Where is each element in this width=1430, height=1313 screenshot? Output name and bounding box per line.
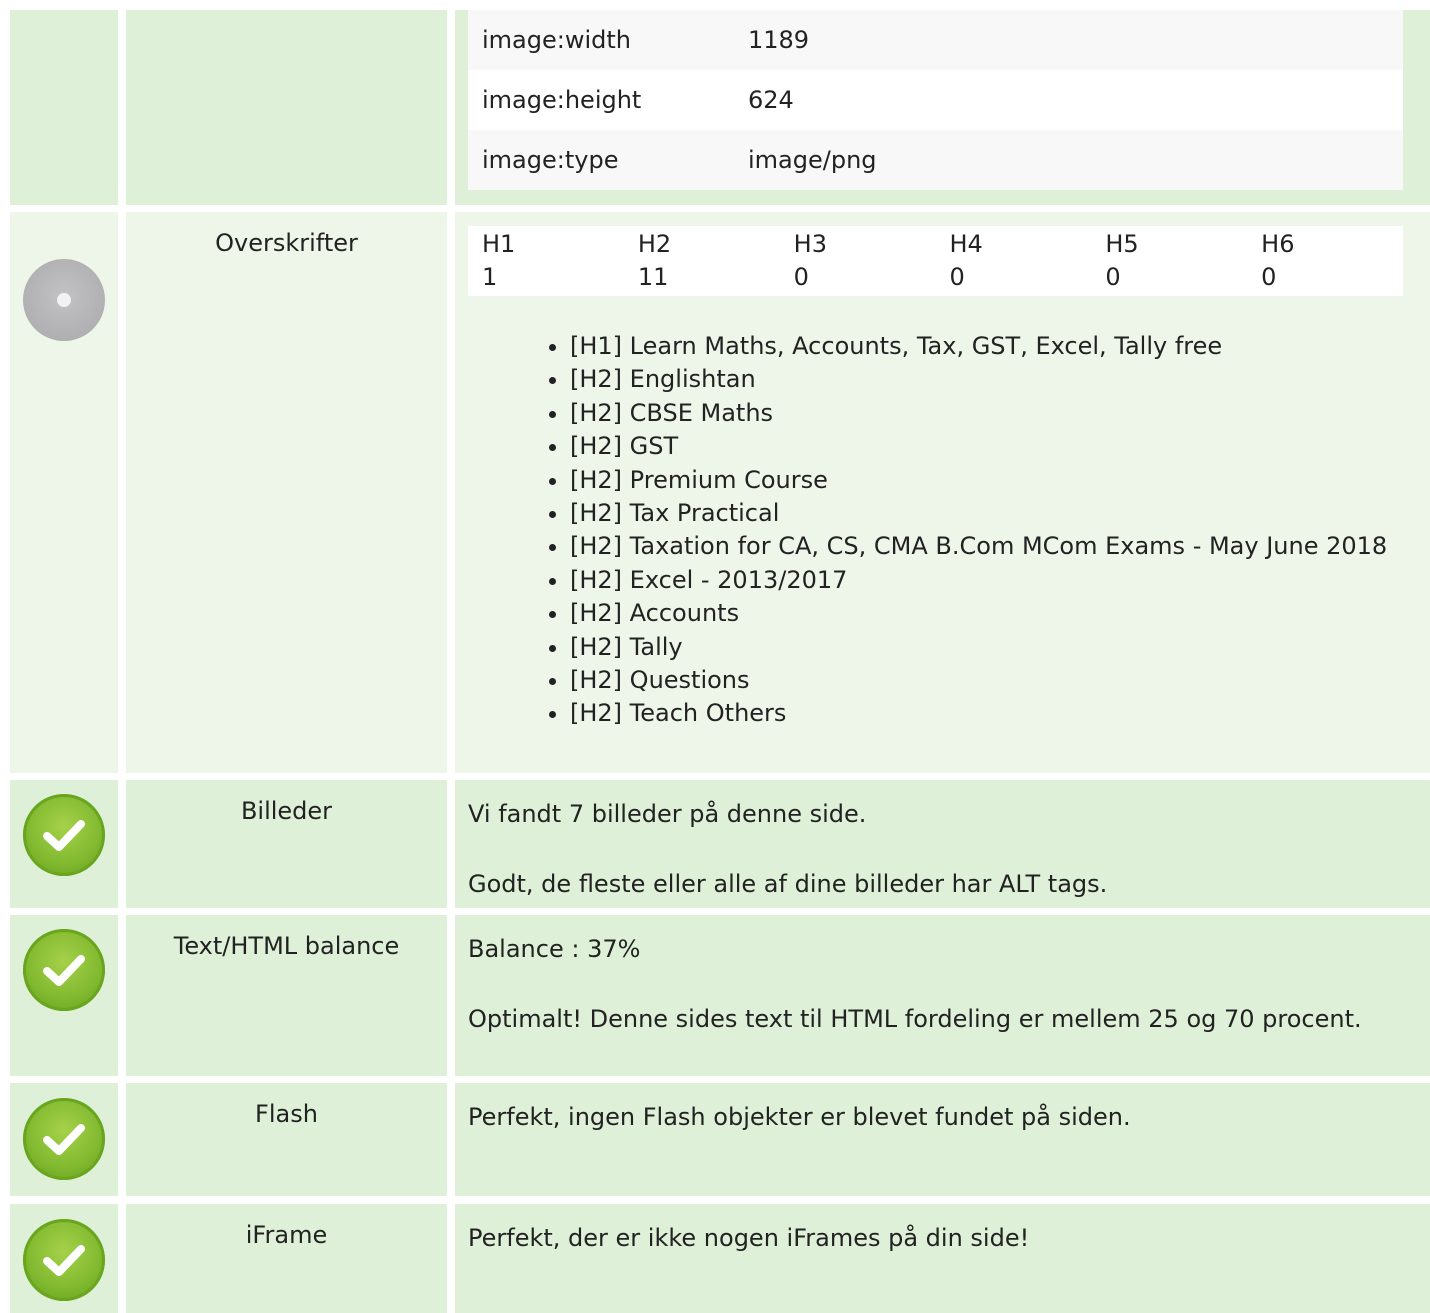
balance-status-text: Optimalt! Denne sides text til HTML ford… <box>468 1005 1362 1033</box>
heading-count-h5: 0 <box>1105 263 1121 291</box>
heading-count-h6: 0 <box>1261 263 1277 291</box>
images-body: Vi fandt 7 billeder på denne side. Godt,… <box>455 780 1430 908</box>
list-item: [H2] Excel - 2013/2017 <box>570 564 1417 597</box>
balance-row: Text/HTML balance Balance : 37% Optimalt… <box>10 915 1430 1076</box>
images-count-text: Vi fandt 7 billeder på denne side. <box>468 800 867 828</box>
heading-column-h1: H1 <box>482 230 516 258</box>
check-circle-icon <box>23 929 105 1011</box>
headings-body: H1 H2 H3 H4 H5 H6 1 11 0 0 0 0 [H1] Lear… <box>455 212 1430 773</box>
meta-body: image:width 1189 image:height 624 image:… <box>455 10 1430 205</box>
list-item: [H1] Learn Maths, Accounts, Tax, GST, Ex… <box>570 330 1417 363</box>
seo-report: image:width 1189 image:height 624 image:… <box>0 0 1430 1313</box>
iframe-status-text: Perfekt, der er ikke nogen iFrames på di… <box>468 1224 1030 1252</box>
table-row: image:width 1189 <box>468 10 1403 70</box>
headings-icon-cell <box>10 212 118 773</box>
meta-key: image:height <box>468 70 734 130</box>
neutral-circle-icon <box>23 259 105 341</box>
heading-count-h4: 0 <box>949 263 965 291</box>
iframe-icon-cell <box>10 1204 118 1313</box>
heading-column-h6: H6 <box>1261 230 1295 258</box>
list-item: [H2] CBSE Maths <box>570 397 1417 430</box>
images-alt-text: Godt, de fleste eller alle af dine bille… <box>468 870 1108 898</box>
meta-value: 624 <box>734 70 1403 130</box>
flash-row: Flash Perfekt, ingen Flash objekter er b… <box>10 1083 1430 1196</box>
iframe-label: iFrame <box>126 1204 447 1313</box>
meta-icon-cell <box>10 10 118 205</box>
headings-count-table: H1 H2 H3 H4 H5 H6 1 11 0 0 0 0 <box>468 226 1403 296</box>
images-icon-cell <box>10 780 118 908</box>
balance-label: Text/HTML balance <box>126 915 447 1076</box>
meta-key: image:type <box>468 130 734 190</box>
balance-icon-cell <box>10 915 118 1076</box>
list-item: [H2] Englishtan <box>570 363 1417 396</box>
flash-icon-cell <box>10 1083 118 1196</box>
meta-table: image:width 1189 image:height 624 image:… <box>468 10 1403 190</box>
list-item: [H2] Tally <box>570 631 1417 664</box>
list-item: [H2] Accounts <box>570 597 1417 630</box>
meta-value: 1189 <box>734 10 1403 70</box>
balance-body: Balance : 37% Optimalt! Denne sides text… <box>455 915 1430 1076</box>
heading-count-h1: 1 <box>482 263 498 291</box>
balance-value-text: Balance : 37% <box>468 935 641 963</box>
meta-row: image:width 1189 image:height 624 image:… <box>10 10 1430 205</box>
iframe-row: iFrame Perfekt, der er ikke nogen iFrame… <box>10 1204 1430 1313</box>
list-item: [H2] Taxation for CA, CS, CMA B.Com MCom… <box>570 530 1417 563</box>
images-label: Billeder <box>126 780 447 908</box>
list-item: [H2] Premium Course <box>570 464 1417 497</box>
headings-row: Overskrifter H1 H2 H3 H4 H5 H6 1 11 0 0 … <box>10 212 1430 773</box>
meta-label-cell <box>126 10 447 205</box>
flash-status-text: Perfekt, ingen Flash objekter er blevet … <box>468 1103 1131 1131</box>
check-circle-icon <box>23 1098 105 1180</box>
table-row: image:type image/png <box>468 130 1403 190</box>
list-item: [H2] Tax Practical <box>570 497 1417 530</box>
meta-key: image:width <box>468 10 734 70</box>
flash-body: Perfekt, ingen Flash objekter er blevet … <box>455 1083 1430 1196</box>
headings-list: [H1] Learn Maths, Accounts, Tax, GST, Ex… <box>468 330 1417 731</box>
check-circle-icon <box>23 794 105 876</box>
iframe-body: Perfekt, der er ikke nogen iFrames på di… <box>455 1204 1430 1313</box>
list-item: [H2] Questions <box>570 664 1417 697</box>
table-row: H1 H2 H3 H4 H5 H6 <box>468 226 1403 261</box>
heading-column-h5: H5 <box>1105 230 1139 258</box>
heading-column-h4: H4 <box>949 230 983 258</box>
heading-count-h2: 11 <box>637 263 669 291</box>
headings-label: Overskrifter <box>126 212 447 773</box>
check-circle-icon <box>23 1219 105 1301</box>
table-row: image:height 624 <box>468 70 1403 130</box>
heading-count-h3: 0 <box>793 263 809 291</box>
list-item: [H2] Teach Others <box>570 697 1417 730</box>
images-row: Billeder Vi fandt 7 billeder på denne si… <box>10 780 1430 908</box>
flash-label: Flash <box>126 1083 447 1196</box>
heading-column-h3: H3 <box>793 230 827 258</box>
meta-value: image/png <box>734 130 1403 190</box>
table-row: 1 11 0 0 0 0 <box>468 261 1403 296</box>
heading-column-h2: H2 <box>637 230 672 258</box>
list-item: [H2] GST <box>570 430 1417 463</box>
